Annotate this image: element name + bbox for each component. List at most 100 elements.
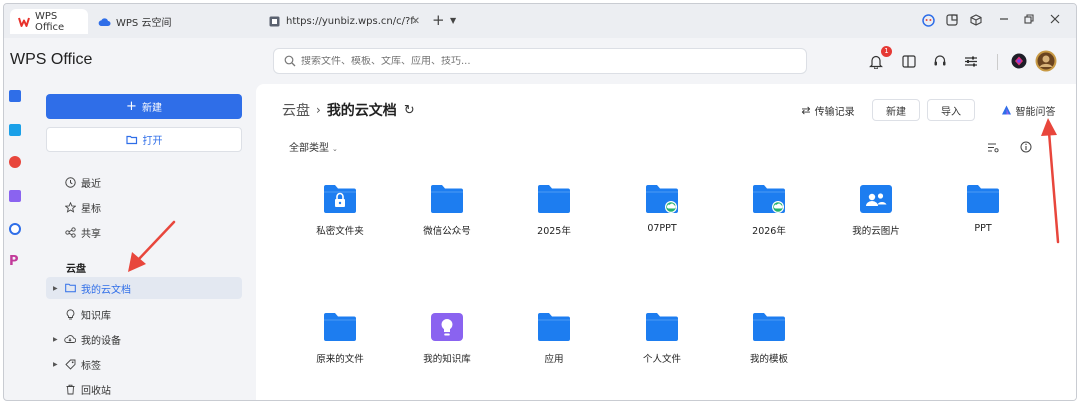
sidebar-item-label: 回收站 (81, 385, 111, 397)
folder-icon (753, 313, 785, 341)
file-item[interactable]: 我的云图片 (826, 184, 926, 254)
ai-spark-icon (1001, 105, 1011, 115)
file-item[interactable]: 原来的文件 (290, 312, 390, 382)
chevron-down-icon[interactable]: ▼ (450, 16, 456, 25)
caret-right-icon[interactable]: ▶ (53, 361, 58, 368)
file-item[interactable]: 个人文件 (612, 312, 712, 382)
share-icon (64, 226, 76, 238)
assistant-icon[interactable] (922, 14, 935, 29)
window-tile-icon[interactable] (946, 14, 958, 28)
sidebar-item-my-devices[interactable]: ▶ 我的设备 (46, 328, 242, 350)
sidebar-item-label: 我的设备 (81, 335, 121, 347)
search-box[interactable] (273, 48, 807, 74)
file-item[interactable]: 微信公众号 (397, 184, 497, 254)
tab-wps-office[interactable]: WPS Office (10, 9, 88, 34)
sidebar-item-starred[interactable]: 星标 (46, 196, 242, 218)
new-file-button[interactable]: 新建 (872, 99, 920, 121)
apps-icon[interactable] (9, 190, 21, 202)
cube-icon[interactable] (970, 14, 982, 28)
tab-cloud-space[interactable]: WPS 云空间 (90, 9, 258, 34)
sidebar: + 新建 打开 最近 星标 共享 云盘 ▶ 我的云文档 知识库 ▶ 我的设备 ▶… (26, 84, 256, 400)
bulb-icon (64, 308, 76, 320)
open-button[interactable]: 打开 (46, 127, 242, 152)
synced-folder-icon (753, 185, 785, 213)
restore-icon[interactable] (1024, 14, 1034, 26)
headset-icon[interactable] (931, 52, 949, 70)
smart-qa-label: 智能问答 (1015, 106, 1056, 118)
caret-right-icon[interactable]: ▶ (53, 336, 58, 343)
file-item[interactable]: 我的知识库 (397, 312, 497, 382)
sidebar-item-label: 我的云文档 (81, 284, 131, 296)
sidebar-panel-icon[interactable] (900, 52, 918, 70)
shared-folder-icon (860, 185, 892, 213)
sidebar-item-my-cloud-docs[interactable]: ▶ 我的云文档 (46, 277, 242, 299)
file-item[interactable]: 2026年 (719, 184, 819, 254)
file-item-label: 原来的文件 (316, 354, 364, 365)
trash-icon (64, 383, 76, 395)
transfer-history-button[interactable]: ⇄ 传输记录 (796, 99, 860, 121)
file-item-label: 我的云图片 (852, 226, 900, 237)
type-filter-label: 全部类型 (289, 143, 329, 154)
add-tab-icon[interactable]: + (432, 13, 445, 28)
transfer-label: 传输记录 (814, 106, 855, 118)
caret-right-icon[interactable]: ▶ (53, 285, 58, 292)
new-button-label: 新建 (141, 103, 162, 114)
star-icon (64, 201, 76, 213)
p-app-icon[interactable]: P (9, 255, 21, 268)
sidebar-item-tags[interactable]: ▶ 标签 (46, 353, 242, 375)
header-divider (997, 54, 998, 70)
type-filter-dropdown[interactable]: 全部类型 ⌄ (289, 139, 338, 154)
app-rail: P (4, 84, 26, 400)
minimize-icon[interactable] (999, 14, 1009, 26)
sidebar-item-knowledge-base[interactable]: 知识库 (46, 303, 242, 325)
folder-icon (646, 313, 678, 341)
sidebar-item-shared[interactable]: 共享 (46, 221, 242, 243)
file-item-label: 应用 (544, 354, 564, 365)
tag-icon (64, 358, 76, 370)
notification-badge: 1 (881, 46, 892, 57)
sort-settings-icon[interactable] (986, 140, 1000, 154)
ai-logo-icon[interactable] (1010, 52, 1028, 70)
cloud-icon (98, 15, 111, 28)
sidebar-item-recent[interactable]: 最近 (46, 171, 242, 193)
file-item[interactable]: PPT (933, 184, 1033, 254)
folder-open-icon (125, 135, 137, 144)
page-icon (268, 15, 281, 28)
new-file-label: 新建 (886, 106, 906, 118)
breadcrumb-root[interactable]: 云盘 (282, 100, 310, 120)
main-panel: 云盘 › 我的云文档 ↻ ⇄ 传输记录 新建 导入 智能问答 全部类型 ⌄ 私密文… (256, 84, 1076, 400)
settings-sliders-icon[interactable] (962, 52, 980, 70)
sidebar-item-recycle-bin[interactable]: 回收站 (46, 378, 242, 400)
file-item[interactable]: 2025年 (504, 184, 604, 254)
sidebar-item-label: 星标 (81, 203, 101, 215)
header-bar: WPS Office 1 (4, 38, 1076, 84)
tab-bar: WPS Office WPS 云空间 https://yunbiz.wps.cn… (4, 4, 1076, 38)
doc-app-icon[interactable] (9, 90, 21, 102)
refresh-icon[interactable]: ↻ (404, 103, 415, 118)
calendar-app-icon[interactable] (9, 124, 21, 136)
tab-label: https://yunbiz.wps.cn/c/?f=right (286, 16, 416, 27)
close-window-icon[interactable] (1050, 14, 1060, 26)
tab-web-page[interactable]: https://yunbiz.wps.cn/c/?f=right ✕ (260, 9, 426, 34)
synced-folder-icon (646, 185, 678, 213)
app-window: WPS Office WPS 云空间 https://yunbiz.wps.cn… (3, 3, 1077, 401)
clock-icon (64, 176, 76, 188)
smart-qa-button[interactable]: 智能问答 (995, 99, 1061, 121)
search-icon (284, 55, 296, 67)
sidebar-item-label: 知识库 (81, 310, 111, 322)
file-item[interactable]: 07PPT (612, 184, 712, 254)
file-item[interactable]: 我的模板 (719, 312, 819, 382)
import-button[interactable]: 导入 (927, 99, 975, 121)
avatar[interactable] (1035, 50, 1057, 72)
search-input[interactable] (301, 55, 781, 67)
lock-folder-icon (324, 185, 356, 213)
pdf-app-icon[interactable] (9, 156, 21, 168)
breadcrumb: 云盘 › 我的云文档 ↻ (282, 100, 415, 120)
assistant-app-icon[interactable] (9, 223, 21, 235)
close-icon[interactable]: ✕ (412, 16, 420, 27)
info-icon[interactable] (1019, 140, 1033, 154)
file-item[interactable]: 私密文件夹 (290, 184, 390, 254)
new-button[interactable]: + 新建 (46, 94, 242, 119)
file-item[interactable]: 应用 (504, 312, 604, 382)
transfer-arrows-icon: ⇄ (801, 103, 811, 117)
